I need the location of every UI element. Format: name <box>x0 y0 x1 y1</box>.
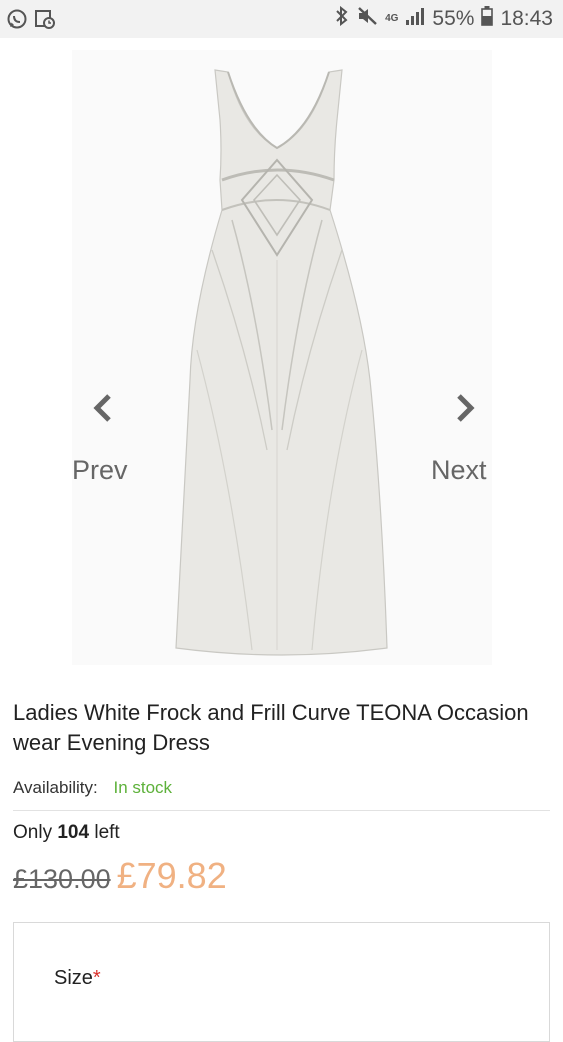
clock: 18:43 <box>500 7 553 30</box>
bluetooth-icon <box>335 5 349 32</box>
prev-button[interactable]: Prev <box>72 455 128 486</box>
stock-prefix: Only <box>13 822 53 843</box>
battery-percent: 55% <box>432 7 475 30</box>
product-options-panel: Size* <box>13 922 550 1042</box>
mute-icon <box>356 6 378 32</box>
network-type: 4G <box>385 13 399 24</box>
size-label-text: Size <box>54 967 93 989</box>
stock-count: 104 <box>57 822 90 843</box>
product-title: Ladies White Frock and Frill Curve TEONA… <box>13 700 529 755</box>
sale-price: £79.82 <box>116 855 227 896</box>
availability-row: Availability: In stock <box>13 778 172 798</box>
original-price: £130.00 <box>13 864 111 894</box>
signal-icon <box>405 7 425 31</box>
next-chevron-icon[interactable] <box>444 388 484 428</box>
required-marker: * <box>92 967 101 989</box>
prev-chevron-icon[interactable] <box>84 388 124 428</box>
product-image-gallery[interactable]: Prev Next <box>72 50 492 665</box>
status-bar: 4G 55% 18:43 <box>0 0 563 38</box>
divider <box>13 810 550 811</box>
availability-label: Availability: <box>13 778 98 797</box>
availability-status: In stock <box>113 778 173 797</box>
next-button[interactable]: Next <box>431 455 487 486</box>
stock-remaining: Only 104 left <box>13 822 120 844</box>
price-row: £130.00 £79.82 <box>13 855 227 897</box>
stock-suffix: left <box>94 822 120 843</box>
product-image <box>175 69 388 656</box>
size-label: Size* <box>54 967 101 990</box>
battery-icon <box>481 6 494 32</box>
whatsapp-icon <box>6 8 28 35</box>
calendar-icon <box>34 8 56 35</box>
